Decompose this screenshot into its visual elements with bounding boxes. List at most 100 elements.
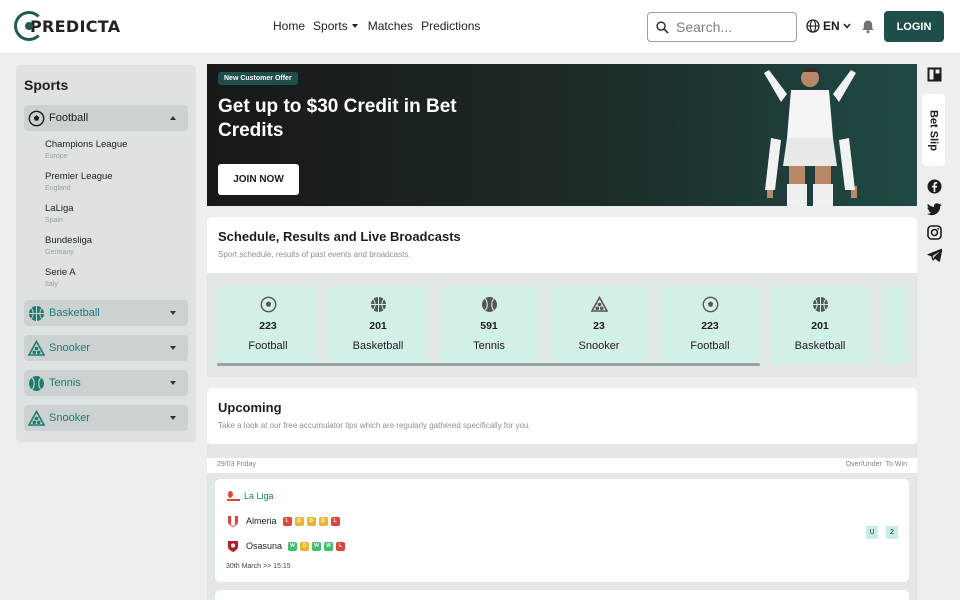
instagram-icon[interactable] xyxy=(926,224,942,240)
search-icon xyxy=(656,20,669,34)
almeria-crest-icon xyxy=(228,516,238,527)
bell-icon[interactable] xyxy=(861,19,875,39)
sport-tiles-carousel[interactable]: 223 Football 201 Basketball 591 Tennis 2… xyxy=(207,273,917,377)
sidebar-league-item[interactable]: Champions League Europe xyxy=(45,139,188,162)
form-badge: D xyxy=(318,516,328,526)
main-nav: Home Sports Matches Predictions xyxy=(273,19,480,33)
sidebar-league-item[interactable]: Premier League England xyxy=(45,171,188,194)
snooker-icon xyxy=(28,339,45,357)
form-badge: W xyxy=(312,541,322,551)
sidebar-group-football[interactable]: Football xyxy=(24,105,188,131)
nav-predictions[interactable]: Predictions xyxy=(421,19,480,33)
sport-tile[interactable]: 201 Basketball xyxy=(328,286,428,364)
chevron-down-icon xyxy=(170,311,176,315)
sidebar-group-tennis[interactable]: Tennis xyxy=(24,370,188,396)
sport-label: Basketball xyxy=(794,340,846,352)
chevron-down-icon xyxy=(170,346,176,350)
telegram-icon[interactable] xyxy=(926,247,942,263)
sport-count: 23 xyxy=(593,320,605,332)
form-badge: L xyxy=(336,541,346,551)
chevron-down-icon xyxy=(170,381,176,385)
match-card[interactable]: La Liga Almeria L D D D L Osasuna W D W … xyxy=(215,479,909,582)
sidebar-group-label: Football xyxy=(49,112,89,124)
sidebar-title: Sports xyxy=(24,77,69,93)
sidebar-group-label: Snooker xyxy=(49,342,90,354)
sidebar-group-label: Snooker xyxy=(49,412,90,424)
search-input[interactable] xyxy=(676,19,786,35)
facebook-icon[interactable] xyxy=(926,178,942,194)
form-badge: W xyxy=(324,541,334,551)
snooker-icon xyxy=(28,409,45,427)
sport-label: Football xyxy=(248,340,288,352)
sidebar-league-item[interactable]: Bundesliga Germany xyxy=(45,235,188,258)
nav-home[interactable]: Home xyxy=(273,19,305,33)
sport-tile[interactable]: 591 Tennis xyxy=(439,286,539,364)
match-card[interactable] xyxy=(215,590,909,600)
sport-label: Tennis xyxy=(473,340,505,352)
sport-count: 591 xyxy=(480,320,498,332)
sport-tile[interactable]: 201 Basketball xyxy=(770,286,870,364)
team-form: W D W W L xyxy=(288,541,346,551)
search-box[interactable] xyxy=(647,12,797,42)
carousel-scrollbar[interactable] xyxy=(217,363,760,366)
sidebar-group-snooker[interactable]: Snooker xyxy=(24,335,188,361)
league-name: Premier League xyxy=(45,171,113,182)
sport-count: 223 xyxy=(701,320,719,332)
sport-tile[interactable]: 23 Snooker xyxy=(549,286,649,364)
language-selector[interactable]: EN xyxy=(806,19,851,33)
upcoming-card: Upcoming Take a look at our free accumul… xyxy=(207,388,917,444)
nav-sports[interactable]: Sports xyxy=(313,19,358,33)
sport-tile[interactable]: 223 Football xyxy=(218,286,318,364)
globe-icon xyxy=(806,19,820,33)
sport-tile-partial[interactable] xyxy=(881,286,907,364)
league-country: Spain xyxy=(45,217,63,224)
team-form: L D D D L xyxy=(282,516,340,526)
league-name: Champions League xyxy=(45,139,128,150)
tennis-icon xyxy=(481,297,497,312)
over-under-odd[interactable]: U xyxy=(866,526,878,539)
chevron-down-icon xyxy=(170,416,176,420)
match-league: La Liga xyxy=(226,490,274,502)
login-button[interactable]: LOGIN xyxy=(884,11,944,42)
sport-label: Snooker xyxy=(578,340,620,352)
schedule-subtitle: Sport schedule, results of past events a… xyxy=(218,250,411,259)
logo[interactable]: PREDICTA xyxy=(14,10,120,42)
sports-sidebar: Sports Football Champions League Europe … xyxy=(16,65,196,442)
chevron-down-icon xyxy=(843,23,851,29)
laliga-logo-icon xyxy=(227,491,240,501)
upcoming-subtitle: Take a look at our free accumulator tips… xyxy=(218,421,531,430)
top-header: PREDICTA Home Sports Matches Predictions… xyxy=(0,0,960,54)
league-country: Europe xyxy=(45,153,68,160)
sidebar-group-basketball[interactable]: Basketball xyxy=(24,300,188,326)
sport-count: 223 xyxy=(259,320,277,332)
logo-mark xyxy=(14,11,44,41)
sidebar-league-item[interactable]: Serie A Italy xyxy=(45,267,188,290)
osasuna-crest-icon xyxy=(228,541,238,552)
odds-columns: Over/Under To Win xyxy=(845,461,907,468)
match-date: 29/03 Friday xyxy=(217,461,256,468)
bet-slip-tab[interactable]: Bet Slip xyxy=(922,94,945,166)
league-country: England xyxy=(45,185,71,192)
form-badge: D xyxy=(306,516,316,526)
layout-toggle-icon[interactable] xyxy=(926,66,942,82)
nav-matches[interactable]: Matches xyxy=(368,19,413,33)
basketball-icon xyxy=(28,305,45,322)
twitter-icon[interactable] xyxy=(926,201,942,217)
league-name: Serie A xyxy=(45,267,76,278)
form-badge: D xyxy=(294,516,304,526)
sport-count: 201 xyxy=(369,320,387,332)
sidebar-league-item[interactable]: LaLiga Spain xyxy=(45,203,188,226)
player-image xyxy=(764,67,857,206)
chevron-up-icon xyxy=(170,116,176,120)
sport-tile[interactable]: 223 Football xyxy=(660,286,760,364)
league-name: LaLiga xyxy=(45,203,74,214)
to-win-odd[interactable]: 2 xyxy=(886,526,898,539)
sidebar-group-snooker[interactable]: Snooker xyxy=(24,405,188,431)
language-label: EN xyxy=(823,19,840,33)
tennis-icon xyxy=(28,375,45,392)
join-now-button[interactable]: JOIN NOW xyxy=(218,164,299,195)
offer-badge: New Customer Offer xyxy=(218,72,298,85)
football-icon xyxy=(260,296,276,313)
upcoming-header: Upcoming Take a look at our free accumul… xyxy=(207,388,917,442)
promo-headline: Get up to $30 Credit in Bet Credits xyxy=(218,96,457,141)
